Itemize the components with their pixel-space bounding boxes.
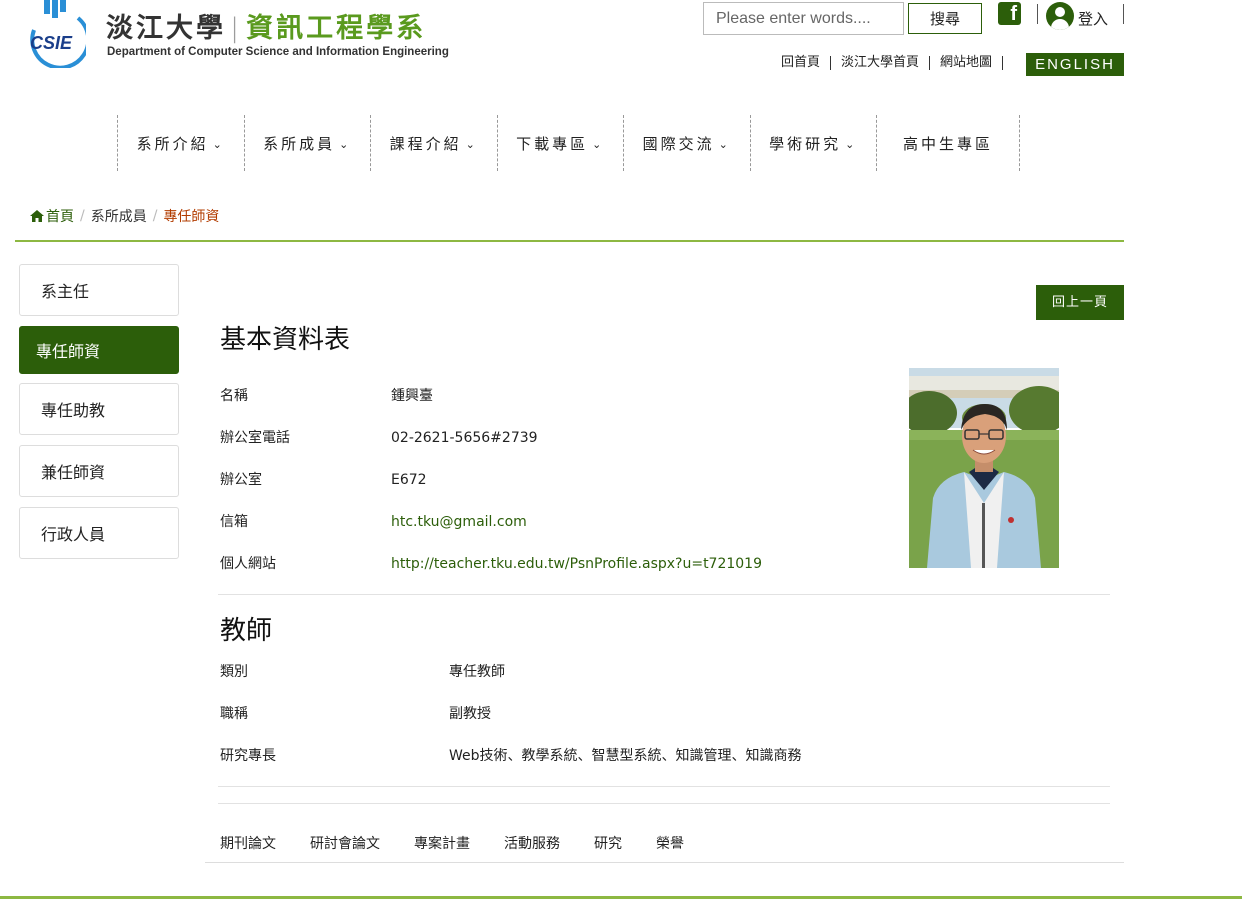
breadcrumb-separator: / bbox=[80, 208, 85, 224]
brand-separator: | bbox=[230, 13, 243, 44]
nav-item-downloads[interactable]: 下載專區 ⌄ bbox=[496, 115, 624, 171]
nav-label: 系所成員 bbox=[263, 134, 336, 153]
nav-item-research[interactable]: 學術研究 ⌄ bbox=[749, 115, 877, 171]
tab-conference-papers[interactable]: 研討會論文 bbox=[310, 833, 380, 853]
info-label: 信箱 bbox=[220, 514, 248, 530]
teacher-label: 類別 bbox=[220, 664, 248, 680]
login-label: 登入 bbox=[1078, 9, 1109, 28]
search-button[interactable]: 搜尋 bbox=[908, 3, 982, 34]
english-button[interactable]: ENGLISH bbox=[1026, 53, 1124, 76]
teacher-label: 研究專長 bbox=[220, 748, 276, 764]
header-divider bbox=[1037, 4, 1038, 24]
brand-department: 資訊工程學系 bbox=[246, 13, 427, 44]
home-icon bbox=[30, 210, 44, 222]
nav-item-about[interactable]: 系所介紹 ⌄ bbox=[117, 115, 244, 171]
teacher-value: 專任教師 bbox=[449, 664, 505, 680]
nav-label: 高中生專區 bbox=[902, 134, 993, 153]
nav-label: 國際交流 bbox=[642, 134, 715, 153]
tab-honors[interactable]: 榮譽 bbox=[656, 833, 684, 853]
svg-text:CSIE: CSIE bbox=[30, 33, 73, 53]
teacher-value: 副教授 bbox=[449, 706, 491, 722]
brand-title: 淡江大學 | 資訊工程學系 bbox=[106, 6, 426, 45]
facebook-icon[interactable]: f bbox=[998, 2, 1021, 25]
nav-item-members[interactable]: 系所成員 ⌄ bbox=[243, 115, 371, 171]
nav-item-courses[interactable]: 課程介紹 ⌄ bbox=[370, 115, 497, 171]
header-divider-line bbox=[15, 240, 1124, 242]
info-label: 辦公室 bbox=[220, 472, 262, 488]
chevron-down-icon: ⌄ bbox=[212, 138, 225, 151]
chevron-down-icon: ⌄ bbox=[718, 138, 731, 151]
back-button[interactable]: 回上一頁 bbox=[1036, 285, 1124, 320]
csie-logo[interactable]: CSIE bbox=[26, 0, 91, 70]
breadcrumb-separator: / bbox=[152, 208, 158, 224]
toplink-sitemap[interactable]: 網站地圖 bbox=[930, 56, 1004, 70]
info-value: 鍾興臺 bbox=[391, 388, 433, 404]
chevron-down-icon: ⌄ bbox=[465, 138, 478, 151]
publication-tabs: 期刊論文 研討會論文 專案計畫 活動服務 研究 榮譽 bbox=[205, 823, 1124, 863]
toplink-home[interactable]: 回首頁 bbox=[771, 56, 832, 70]
sidebar-item-faculty[interactable]: 專任師資 bbox=[19, 326, 179, 374]
section-divider bbox=[218, 786, 1110, 787]
breadcrumb-members[interactable]: 系所成員 bbox=[91, 206, 147, 226]
nav-label: 下載專區 bbox=[516, 134, 589, 153]
toplink-university[interactable]: 淡江大學首頁 bbox=[831, 56, 931, 70]
nav-label: 學術研究 bbox=[769, 134, 842, 153]
info-value: E672 bbox=[391, 472, 427, 488]
login-button[interactable]: 登入 bbox=[1046, 1, 1108, 31]
teacher-value: Web技術、教學系統、智慧型系統、知識管理、知識商務 bbox=[449, 748, 802, 764]
nav-item-highschool[interactable]: 高中生專區 bbox=[876, 115, 1020, 171]
chevron-down-icon: ⌄ bbox=[339, 138, 352, 151]
basic-info-title: 基本資料表 bbox=[220, 325, 351, 355]
brand-english: Department of Computer Science and Infor… bbox=[107, 46, 449, 58]
website-link[interactable]: http://teacher.tku.edu.tw/PsnProfile.asp… bbox=[391, 554, 762, 574]
section-divider bbox=[218, 803, 1110, 804]
teacher-label: 職稱 bbox=[220, 706, 248, 722]
email-link[interactable]: htc.tku@gmail.com bbox=[391, 512, 527, 532]
tab-journal-papers[interactable]: 期刊論文 bbox=[220, 833, 276, 853]
info-value: 02-2621-5656#2739 bbox=[391, 430, 538, 446]
teacher-title: 教師 bbox=[220, 616, 273, 646]
breadcrumb: 首頁 / 系所成員 / 專任師資 bbox=[30, 206, 219, 226]
sidebar-item-adjunct[interactable]: 兼任師資 bbox=[19, 445, 179, 497]
nav-label: 課程介紹 bbox=[389, 134, 462, 153]
breadcrumb-home[interactable]: 首頁 bbox=[30, 206, 74, 226]
breadcrumb-home-label: 首頁 bbox=[46, 209, 74, 225]
user-icon bbox=[1046, 2, 1074, 30]
sidebar-item-assistants[interactable]: 專任助教 bbox=[19, 383, 179, 435]
nav-item-international[interactable]: 國際交流 ⌄ bbox=[623, 115, 750, 171]
tab-projects[interactable]: 專案計畫 bbox=[414, 833, 470, 853]
header-divider bbox=[1123, 4, 1124, 24]
brand-university: 淡江大學 bbox=[106, 13, 226, 44]
breadcrumb-current: 專任師資 bbox=[163, 209, 220, 225]
chevron-down-icon: ⌄ bbox=[592, 138, 605, 151]
info-label: 辦公室電話 bbox=[220, 430, 290, 446]
nav-label: 系所介紹 bbox=[136, 134, 209, 153]
top-links: 回首頁 淡江大學首頁 網站地圖 bbox=[771, 54, 1004, 72]
tab-services[interactable]: 活動服務 bbox=[504, 833, 560, 853]
teacher-photo bbox=[909, 368, 1059, 568]
sidebar-item-staff[interactable]: 行政人員 bbox=[19, 507, 179, 559]
section-divider bbox=[218, 594, 1110, 595]
tab-research[interactable]: 研究 bbox=[594, 833, 622, 853]
info-label: 名稱 bbox=[220, 388, 248, 404]
chevron-down-icon: ⌄ bbox=[845, 138, 858, 151]
main-nav: 系所介紹 ⌄ 系所成員 ⌄ 課程介紹 ⌄ 下載專區 ⌄ 國際交流 ⌄ 學術研究 ⌄ 高中生專… bbox=[117, 115, 1020, 171]
search-input[interactable] bbox=[703, 2, 904, 35]
info-label: 個人網站 bbox=[220, 556, 276, 572]
sidebar-item-chair[interactable]: 系主任 bbox=[19, 264, 179, 316]
